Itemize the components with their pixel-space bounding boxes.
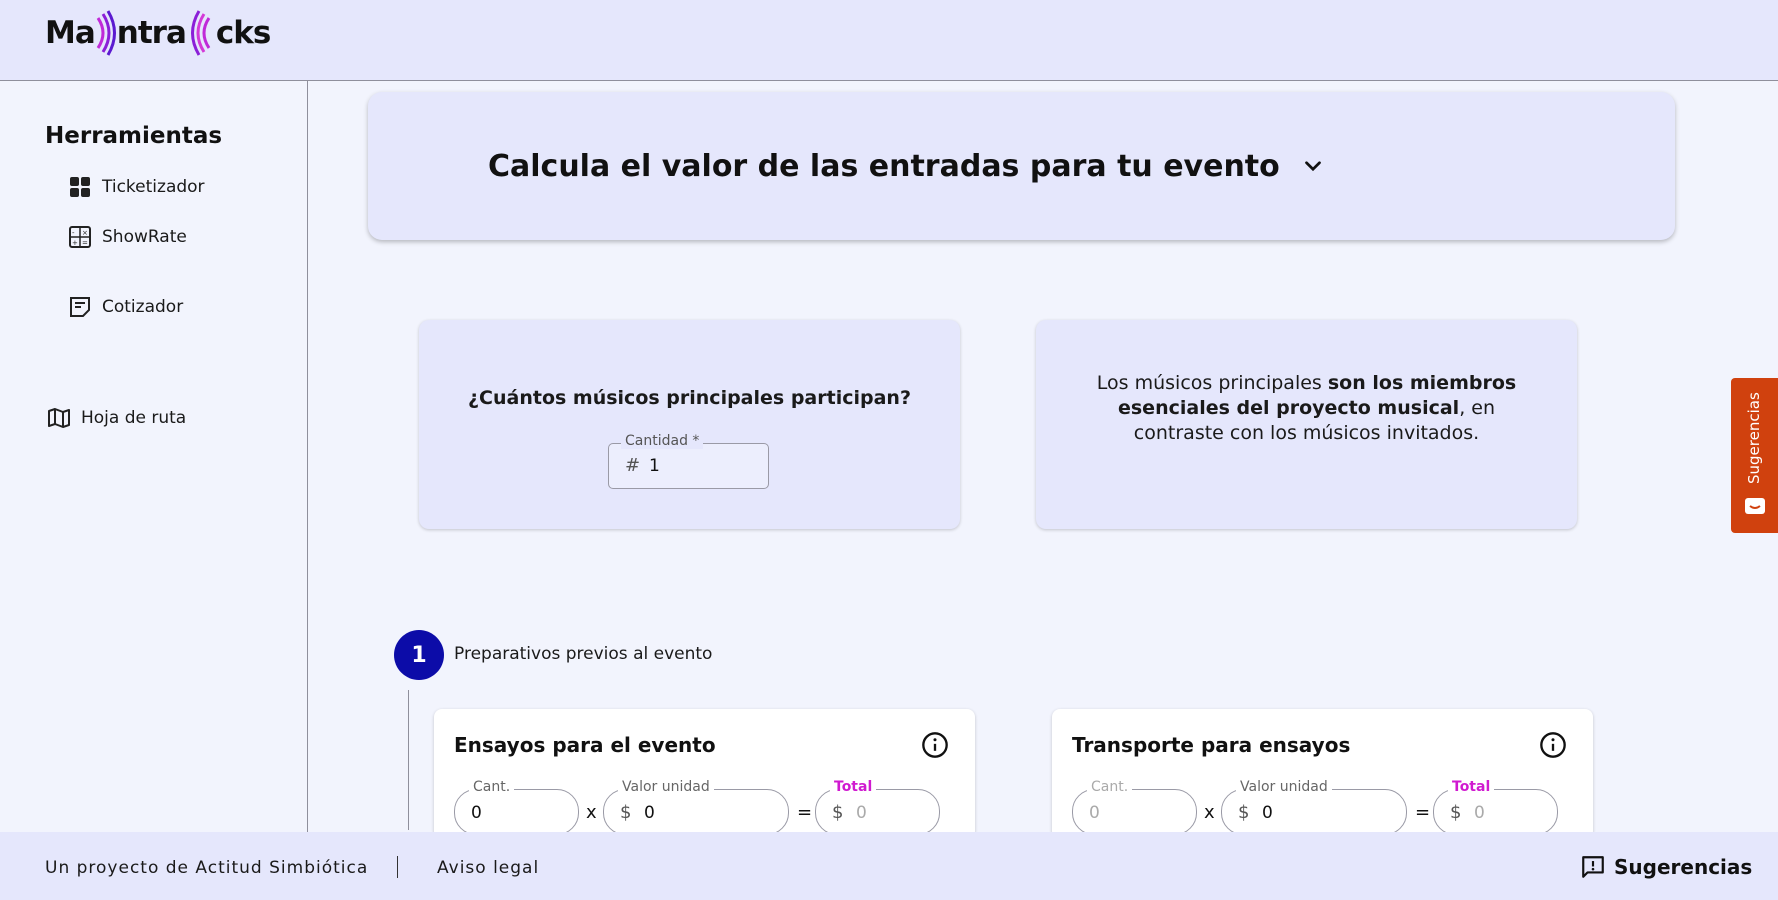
currency-sign: $ — [1238, 802, 1250, 823]
chevron-down-icon[interactable] — [1300, 153, 1326, 179]
quantity-value: 0 — [1089, 803, 1100, 823]
field-label: Valor unidad — [618, 779, 714, 795]
sidebar-item-label: Cotizador — [102, 297, 184, 317]
equals-sign: = — [797, 802, 813, 823]
multiply-sign: x — [586, 802, 597, 823]
footer-credit-link[interactable]: Un proyecto de Actitud Simbiótica — [45, 858, 368, 878]
multiply-sign: x — [1204, 802, 1215, 823]
cost-card-transporte: Transporte para ensayos Cant. 0 x Valor … — [1052, 709, 1593, 839]
svg-text:+: + — [72, 239, 78, 247]
unit-value: 0 — [644, 803, 655, 823]
note-icon — [70, 297, 90, 317]
field-label: Total — [1448, 779, 1495, 795]
total-field: Total $ 0 — [815, 779, 940, 835]
total-value: 0 — [1474, 803, 1485, 823]
sidebar-item-label: ShowRate — [102, 227, 187, 247]
quantity-input-value[interactable]: 1 — [649, 456, 749, 476]
currency-sign: $ — [620, 802, 632, 823]
sidebar-item-cotizador[interactable]: Cotizador — [68, 295, 183, 319]
info-icon[interactable] — [1539, 731, 1567, 759]
feedback-label: Sugerencias — [1614, 855, 1753, 879]
sidebar-item-showrate[interactable]: - × + = ShowRate — [68, 225, 187, 249]
logo-text-right: cks — [215, 15, 271, 51]
unit-value-field[interactable]: Valor unidad $ 0 — [603, 779, 789, 835]
musicians-quantity-field[interactable]: Cantidad * # 1 — [608, 433, 769, 489]
unit-value-field[interactable]: Valor unidad $ 0 — [1221, 779, 1407, 835]
quantity-value: 0 — [471, 803, 482, 823]
step-connector-line — [408, 690, 409, 830]
hash-icon: # — [625, 455, 641, 476]
currency-sign: $ — [1450, 802, 1462, 823]
quantity-field[interactable]: Cant. 0 — [454, 779, 579, 835]
musicians-info-text: Los músicos principales son los miembros… — [1076, 371, 1537, 446]
sidebar-item-hoja-de-ruta[interactable]: Hoja de ruta — [47, 406, 186, 430]
app-logo[interactable]: Ma ntra cks — [45, 10, 271, 56]
grid-icon — [70, 177, 90, 197]
cost-card-ensayos: Ensayos para el evento Cant. 0 x Valor u… — [434, 709, 975, 839]
step-label: Preparativos previos al evento — [454, 644, 713, 664]
unit-value: 0 — [1262, 803, 1273, 823]
total-value: 0 — [856, 803, 867, 823]
top-header: Ma ntra cks — [0, 0, 1778, 81]
field-label: Valor unidad — [1236, 779, 1332, 795]
sound-wave-icon — [96, 10, 116, 56]
feedback-side-tab[interactable]: Sugerencias — [1731, 378, 1778, 533]
info-text-part: Los músicos principales — [1096, 372, 1328, 394]
footer: Un proyecto de Actitud Simbiótica Aviso … — [0, 832, 1778, 900]
logo-text-left: Ma — [45, 15, 96, 51]
svg-text:=: = — [82, 239, 88, 247]
feedback-button[interactable]: Sugerencias — [1580, 854, 1752, 880]
currency-sign: $ — [832, 802, 844, 823]
field-label: Cant. — [469, 779, 515, 795]
legal-notice-link[interactable]: Aviso legal — [437, 858, 539, 878]
sidebar: Herramientas Ticketizador - × + = ShowRate… — [0, 81, 308, 832]
equals-sign: = — [1415, 802, 1431, 823]
svg-text:-: - — [72, 229, 75, 237]
info-icon[interactable] — [921, 731, 949, 759]
chat-icon — [1745, 498, 1765, 514]
step-number-badge: 1 — [394, 630, 444, 680]
sidebar-title: Herramientas — [45, 123, 223, 149]
feedback-tab-label: Sugerencias — [1745, 392, 1763, 484]
musicians-info-card: Los músicos principales son los miembros… — [1036, 320, 1577, 529]
sidebar-item-label: Ticketizador — [102, 177, 205, 197]
musicians-question: ¿Cuántos músicos principales participan? — [468, 387, 911, 409]
calculator-hero-card[interactable]: Calcula el valor de las entradas para tu… — [368, 92, 1675, 240]
total-field: Total $ 0 — [1433, 779, 1558, 835]
feedback-icon — [1582, 856, 1604, 878]
field-label: Cant. — [1087, 779, 1133, 795]
cost-card-title: Ensayos para el evento — [454, 733, 716, 757]
sound-wave-icon — [190, 10, 211, 56]
svg-text:×: × — [82, 229, 88, 237]
logo-text-middle: ntra — [116, 15, 187, 51]
sidebar-item-label: Hoja de ruta — [81, 408, 187, 428]
map-icon — [48, 408, 70, 428]
footer-divider — [397, 856, 398, 878]
musicians-question-card: ¿Cuántos músicos principales participan?… — [419, 320, 960, 529]
calculator-icon: - × + = — [69, 226, 91, 248]
sidebar-item-ticketizador[interactable]: Ticketizador — [68, 175, 205, 199]
field-label: Total — [830, 779, 877, 795]
quantity-field[interactable]: Cant. 0 — [1072, 779, 1197, 835]
page-title: Calcula el valor de las entradas para tu… — [488, 148, 1280, 184]
field-label: Cantidad * — [621, 433, 704, 449]
cost-card-title: Transporte para ensayos — [1072, 733, 1351, 757]
